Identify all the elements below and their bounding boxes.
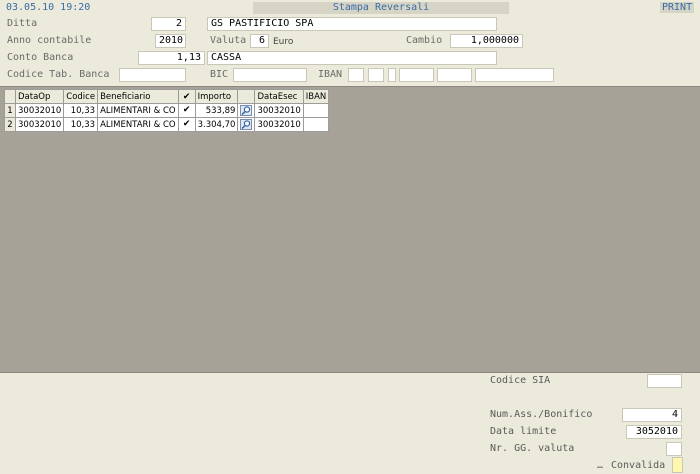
iban-field-3[interactable] [388, 68, 396, 82]
valuta-name: Euro [273, 37, 294, 47]
codice-sia-label: Codice SIA [490, 375, 551, 386]
convalida-label: Convalida [611, 460, 666, 471]
convalida-dots: … [597, 460, 604, 471]
iban-label: IBAN [318, 69, 343, 80]
cell-beneficiario[interactable]: ALIMENTARI & CO [97, 103, 179, 118]
column-header-detail [237, 89, 256, 104]
cell-importo[interactable]: 533,89 [194, 103, 239, 118]
data-limite-label: Data limite [490, 426, 557, 437]
iban-field-6[interactable] [475, 68, 554, 82]
bic-label: BIC [210, 69, 229, 80]
table-row[interactable]: 2 30032010 10,33 ALIMENTARI & CO ✔ 3.304… [4, 117, 330, 132]
codice-tab-field[interactable] [119, 68, 186, 82]
cell-check[interactable]: ✔ [177, 103, 196, 118]
nr-gg-field[interactable] [666, 442, 682, 456]
row-number: 1 [4, 103, 16, 118]
cambio-label: Cambio [406, 35, 443, 46]
print-button[interactable]: PRINT [660, 2, 695, 13]
convalida-button[interactable] [672, 457, 683, 473]
anno-label: Anno contabile [7, 35, 92, 46]
iban-field-5[interactable] [437, 68, 472, 82]
iban-field-2[interactable] [368, 68, 384, 82]
ditta-name-field[interactable]: GS PASTIFICIO SPA [207, 17, 497, 31]
table-header-row: DataOp Codice Beneficiario ✔ Importo Dat… [4, 89, 330, 104]
cell-beneficiario[interactable]: ALIMENTARI & CO [97, 117, 179, 132]
window-title: Stampa Reversali [253, 2, 509, 14]
grid-area: DataOp Codice Beneficiario ✔ Importo Dat… [0, 86, 700, 373]
conto-code-field[interactable]: 1,13 [138, 51, 205, 65]
cell-check[interactable]: ✔ [177, 117, 196, 132]
nr-gg-label: Nr. GG. valuta [490, 443, 575, 454]
column-header-check[interactable]: ✔ [177, 89, 196, 104]
num-ass-label: Num.Ass./Bonifico [490, 409, 593, 420]
cell-codice[interactable]: 10,33 [63, 117, 99, 132]
iban-field-4[interactable] [399, 68, 434, 82]
cell-detail[interactable] [237, 117, 256, 132]
codice-tab-label: Codice Tab. Banca [7, 69, 110, 80]
cell-detail[interactable] [237, 103, 256, 118]
num-ass-field[interactable]: 4 [622, 408, 682, 422]
cell-codice[interactable]: 10,33 [63, 103, 99, 118]
cell-iban[interactable] [302, 117, 330, 132]
iban-field-1[interactable] [348, 68, 364, 82]
conto-name-field[interactable]: CASSA [207, 51, 497, 65]
checkbox-checked-icon[interactable]: ✔ [183, 106, 191, 115]
check-icon: ✔ [182, 91, 191, 102]
column-header-dataesec[interactable]: DataEsec [254, 89, 304, 104]
anno-field[interactable]: 2010 [155, 34, 186, 48]
ditta-label: Ditta [7, 18, 38, 29]
codice-sia-field[interactable] [647, 374, 682, 388]
column-header-dataop[interactable]: DataOp [14, 89, 65, 104]
cambio-field[interactable]: 1,000000 [450, 34, 523, 48]
cell-iban[interactable] [302, 103, 330, 118]
reversali-table: DataOp Codice Beneficiario ✔ Importo Dat… [4, 89, 330, 132]
column-header-codice[interactable]: Codice [63, 89, 99, 104]
table-row[interactable]: 1 30032010 10,33 ALIMENTARI & CO ✔ 533,8… [4, 103, 330, 118]
checkbox-checked-icon[interactable]: ✔ [183, 120, 191, 129]
magnifier-icon[interactable] [240, 118, 253, 130]
column-header-iban[interactable]: IBAN [302, 89, 330, 104]
row-number: 2 [4, 117, 16, 132]
data-limite-field[interactable]: 3052010 [626, 425, 682, 439]
cell-dataop[interactable]: 30032010 [14, 117, 65, 132]
bic-field[interactable] [233, 68, 307, 82]
column-header-importo[interactable]: Importo [194, 89, 239, 104]
ditta-code-field[interactable]: 2 [151, 17, 186, 31]
cell-importo[interactable]: 3.304,70 [194, 117, 239, 132]
cell-dataesec[interactable]: 30032010 [254, 103, 304, 118]
valuta-code-field[interactable]: 6 [250, 34, 269, 48]
datetime-label: 03.05.10 19:20 [6, 2, 91, 13]
conto-label: Conto Banca [7, 52, 74, 63]
cell-dataop[interactable]: 30032010 [14, 103, 65, 118]
valuta-label: Valuta [210, 35, 247, 46]
row-number-header [4, 89, 16, 104]
cell-dataesec[interactable]: 30032010 [254, 117, 304, 132]
magnifier-icon[interactable] [240, 104, 253, 116]
column-header-beneficiario[interactable]: Beneficiario [97, 89, 179, 104]
